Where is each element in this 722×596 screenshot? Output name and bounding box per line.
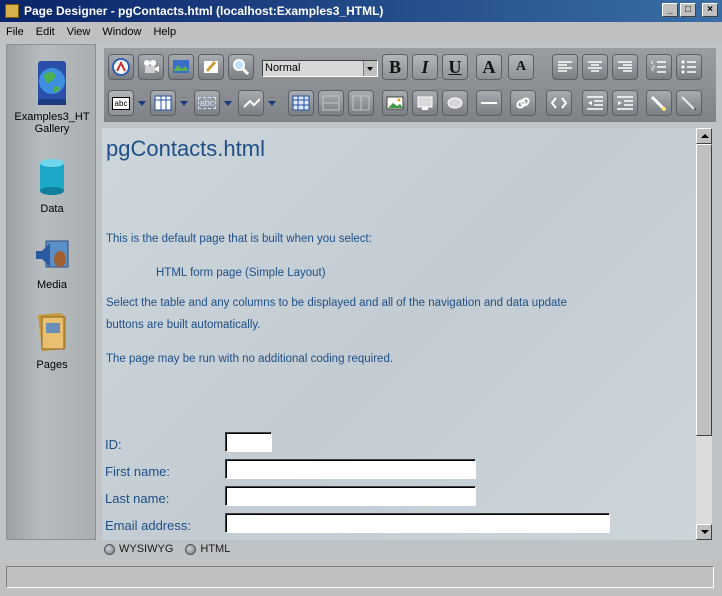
numbered-list-icon[interactable] xyxy=(646,54,672,80)
menu-bar: File Edit View Window Help xyxy=(0,22,722,42)
textbox-icon[interactable]: abc xyxy=(108,90,134,116)
app-icon xyxy=(5,4,19,18)
outdent-icon[interactable] xyxy=(582,90,608,116)
align-left-icon[interactable] xyxy=(552,54,578,80)
movie-icon[interactable] xyxy=(138,54,164,80)
abc-field-icon[interactable]: abc xyxy=(194,90,220,116)
sidebar-item-gallery[interactable]: Examples3_HT Gallery xyxy=(7,59,97,135)
first-name-field[interactable] xyxy=(225,459,476,479)
bullet-list-icon[interactable] xyxy=(676,54,702,80)
menu-file[interactable]: File xyxy=(0,26,30,38)
sidebar-item-pages[interactable]: Pages xyxy=(7,309,97,371)
plugin-icon[interactable] xyxy=(238,90,264,116)
bold-button[interactable]: B xyxy=(382,54,408,80)
align-center-icon[interactable] xyxy=(582,54,608,80)
database-icon xyxy=(40,159,64,195)
window-controls: _ □ × xyxy=(662,3,718,17)
email-label: Email address: xyxy=(105,518,191,533)
ellipse-icon[interactable] xyxy=(442,90,468,116)
id-label: ID: xyxy=(105,437,122,452)
window-title: Page Designer - pgContacts.html (localho… xyxy=(24,4,384,18)
shrink-font-button[interactable]: A xyxy=(508,54,534,80)
intro-text: This is the default page that is built w… xyxy=(106,233,372,245)
frame-icon[interactable] xyxy=(412,90,438,116)
speaker-icon xyxy=(36,240,69,268)
html-radio[interactable] xyxy=(185,543,197,555)
sidebar-item-label: Gallery xyxy=(34,123,70,135)
globe-icon xyxy=(38,61,66,105)
style-select-value: Normal xyxy=(265,62,301,74)
option-text: HTML form page (Simple Layout) xyxy=(156,267,326,279)
description-line-1: Select the table and any columns to be d… xyxy=(106,297,567,309)
folder-icon xyxy=(38,313,66,351)
first-name-label: First name: xyxy=(105,464,171,479)
image-icon[interactable] xyxy=(168,54,194,80)
maximize-button[interactable]: □ xyxy=(680,3,696,17)
plugin-dropdown[interactable] xyxy=(268,91,276,115)
scroll-up-button[interactable] xyxy=(696,128,712,144)
sidebar-item-label: Media xyxy=(37,279,67,291)
sidebar-item-label: Pages xyxy=(36,359,68,371)
sidebar-item-media[interactable]: Media xyxy=(7,237,97,291)
page-title: pgContacts.html xyxy=(106,136,265,161)
grow-font-button[interactable]: A xyxy=(476,54,502,80)
insert-row-icon[interactable] xyxy=(318,90,344,116)
table-icon[interactable] xyxy=(150,90,176,116)
id-field[interactable] xyxy=(225,432,272,452)
menu-window[interactable]: Window xyxy=(96,26,147,38)
last-name-field[interactable] xyxy=(225,486,476,506)
scroll-thumb[interactable] xyxy=(696,144,712,436)
menu-view[interactable]: View xyxy=(61,26,97,38)
status-bar xyxy=(6,566,714,588)
vertical-scrollbar[interactable] xyxy=(696,128,712,540)
minimize-button[interactable]: _ xyxy=(662,3,678,17)
menu-help[interactable]: Help xyxy=(147,26,182,38)
close-button[interactable]: × xyxy=(702,3,718,17)
last-name-label: Last name: xyxy=(105,491,170,506)
wand-icon[interactable] xyxy=(646,90,672,116)
chevron-down-icon[interactable] xyxy=(363,61,377,76)
wysiwyg-label[interactable]: WYSIWYG xyxy=(119,543,173,555)
insert-column-icon[interactable] xyxy=(348,90,374,116)
italic-button[interactable]: I xyxy=(412,54,438,80)
picture-icon[interactable] xyxy=(382,90,408,116)
underline-button[interactable]: U xyxy=(442,54,468,80)
sidebar-item-label: Data xyxy=(40,203,64,215)
scroll-down-button[interactable] xyxy=(696,524,712,540)
sidebar-item-data[interactable]: Data xyxy=(7,157,97,215)
brush-icon[interactable] xyxy=(198,54,224,80)
html-label[interactable]: HTML xyxy=(200,543,230,555)
note-text: The page may be run with no additional c… xyxy=(106,353,394,365)
html-tag-icon[interactable] xyxy=(546,90,572,116)
menu-edit[interactable]: Edit xyxy=(30,26,61,38)
view-mode-bar: WYSIWYG HTML xyxy=(104,542,230,556)
navigate-icon[interactable] xyxy=(108,54,134,80)
indent-icon[interactable] xyxy=(612,90,638,116)
editor-canvas[interactable]: pgContacts.html This is the default page… xyxy=(102,128,696,540)
link-icon[interactable] xyxy=(510,90,536,116)
description-line-2: buttons are built automatically. xyxy=(106,319,261,331)
email-field[interactable] xyxy=(225,513,610,533)
align-right-icon[interactable] xyxy=(612,54,638,80)
abc-dropdown[interactable] xyxy=(224,91,232,115)
sidebar: Examples3_HT Gallery Data Media Pages xyxy=(6,44,96,540)
textbox-dropdown[interactable] xyxy=(138,91,146,115)
grid-icon[interactable] xyxy=(288,90,314,116)
textbox-label: abc xyxy=(111,96,131,110)
wysiwyg-radio[interactable] xyxy=(104,543,115,555)
title-bar: Page Designer - pgContacts.html (localho… xyxy=(0,0,722,22)
pen-icon[interactable] xyxy=(676,90,702,116)
paragraph-style-select[interactable]: Normal xyxy=(262,60,378,77)
search-icon[interactable] xyxy=(228,54,254,80)
abc-label: abc xyxy=(197,97,217,109)
sidebar-item-label: Examples3_HT xyxy=(14,111,90,123)
horizontal-rule-icon[interactable] xyxy=(476,90,502,116)
table-dropdown[interactable] xyxy=(180,91,188,115)
